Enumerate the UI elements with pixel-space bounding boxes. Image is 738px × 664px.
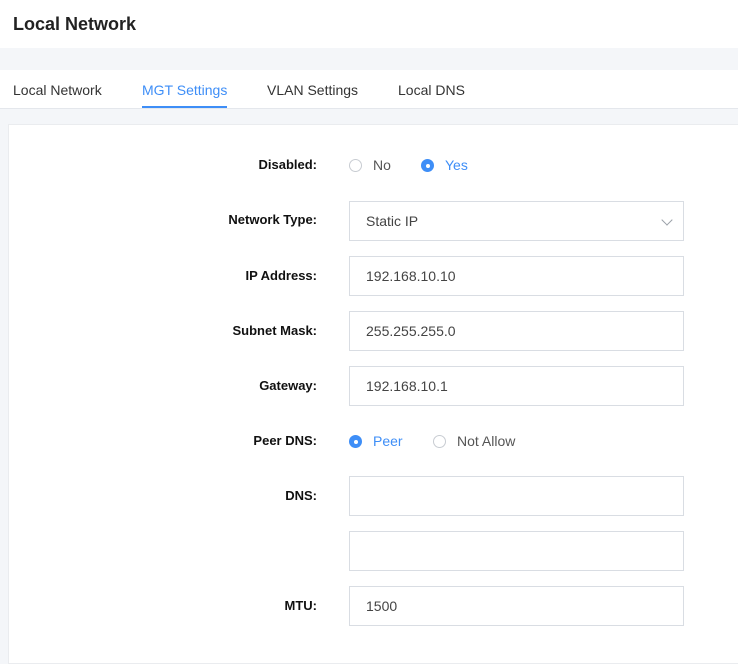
radio-selected-icon: [349, 435, 362, 448]
ip-address-input[interactable]: 192.168.10.10: [349, 256, 684, 296]
tab-local-dns[interactable]: Local DNS: [398, 82, 465, 108]
tab-bar: Local Network MGT Settings VLAN Settings…: [0, 70, 738, 109]
tab-mgt-settings[interactable]: MGT Settings: [142, 82, 228, 108]
disabled-label: Disabled:: [258, 157, 317, 172]
network-type-select[interactable]: Static IP: [349, 201, 684, 241]
tab-local-network[interactable]: Local Network: [13, 82, 102, 108]
page-header: Local Network: [0, 0, 738, 48]
radio-selected-icon: [421, 159, 434, 172]
subnet-mask-label: Subnet Mask:: [232, 323, 317, 338]
radio-circle-icon: [349, 159, 362, 172]
gateway-input[interactable]: 192.168.10.1: [349, 366, 684, 406]
radio-label: Not Allow: [457, 433, 516, 449]
chevron-down-icon: [661, 214, 673, 226]
mtu-input[interactable]: 1500: [349, 586, 684, 626]
dns-primary-input[interactable]: [349, 476, 684, 516]
dns-secondary-input[interactable]: [349, 531, 684, 571]
network-type-label: Network Type:: [228, 212, 317, 227]
mtu-label: MTU:: [284, 598, 318, 613]
network-type-value: Static IP: [366, 213, 419, 229]
peer-dns-label: Peer DNS:: [253, 433, 317, 448]
ip-address-label: IP Address:: [245, 268, 317, 283]
radio-label: No: [373, 157, 391, 173]
radio-circle-icon: [433, 435, 446, 448]
gateway-label: Gateway:: [259, 378, 317, 393]
tab-vlan-settings[interactable]: VLAN Settings: [267, 82, 358, 108]
radio-label: Peer: [373, 433, 403, 449]
dns-label: DNS:: [285, 488, 317, 503]
page-title: Local Network: [13, 14, 137, 34]
subnet-mask-input[interactable]: 255.255.255.0: [349, 311, 684, 351]
radio-label: Yes: [445, 157, 468, 173]
